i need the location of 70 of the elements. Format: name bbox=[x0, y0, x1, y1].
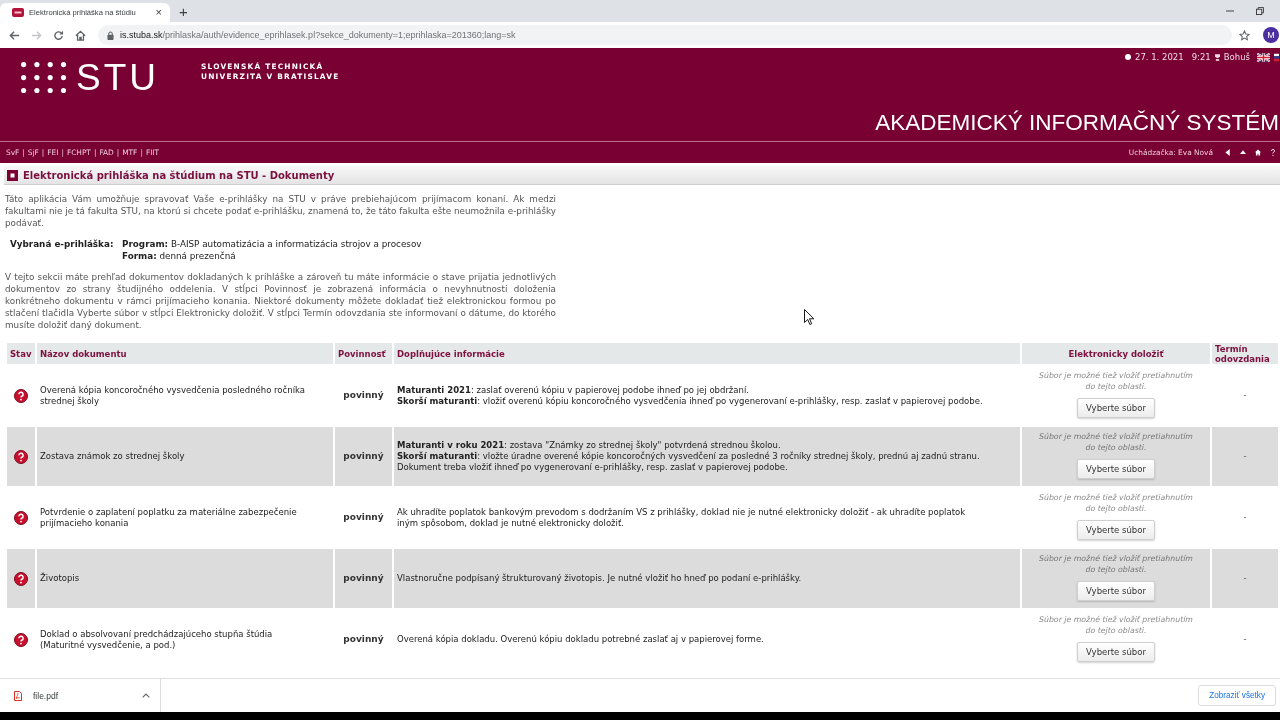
profile-avatar[interactable]: M bbox=[1263, 27, 1279, 43]
lock-icon bbox=[107, 30, 114, 40]
description-text: V tejto sekcii máte prehľad dokumentov dokladaných k prihláške a zároveň tu máte informácie o stave prijatia jednotlivých dokumentov zo strany študijného oddelenia. V stĺpci Povinnosť je zobrazená informácia o nevyhnutnosti doloženia konkrétneho dokumentu v rámci prijímacieho konania. Niektoré dokumenty môžete dokladať tiež elektronickou formou po stlačení tlačidla Vyberte súbor v stĺpci Elektronicky doložiť. V stĺpci Termín odovzdania ste informovaní o dátume, do ktorého musíte doložiť daný dokument. bbox=[5, 271, 556, 331]
obligation-cell-text: povinný bbox=[342, 389, 385, 402]
column-header: Doplňujúce informácie bbox=[394, 343, 1020, 364]
info-text: Maturanti 2021: zaslať overenú kópiu v papierovej podobe ihneď po jej obdržaní. bbox=[397, 384, 750, 396]
column-header: Termín odovzdania bbox=[1212, 343, 1278, 364]
document-name-cell-text: Doklad o absolvovaní predchádzajúceho stupňa štúdia (Maturitné vysvedčenie, a pod.) bbox=[39, 627, 274, 652]
select-file-button[interactable]: Vyberte súbor bbox=[1077, 642, 1155, 662]
up-triangle-icon[interactable] bbox=[1240, 149, 1246, 156]
intro-text: Táto aplikácia Vám umožňuje spravovať Vaše e-prihlášky na STU v práve prebiehajúcom prijímacom konaní. Ak medzi fakultami nie je tá fakulta STU, na ktorú si chcete podať e-prihlášku, znamená to, že táto fakulta ešte neumožnila e-prihlášky podávať. bbox=[5, 193, 556, 229]
column-header: Názov dokumentu bbox=[37, 343, 333, 364]
favicon-icon bbox=[12, 8, 24, 17]
application-detail: Program: B-AISP automatizácia a informatizácia strojov a procesov bbox=[122, 238, 422, 250]
column-header: Povinnosť bbox=[335, 343, 392, 364]
user-icon bbox=[1214, 53, 1220, 61]
reload-icon[interactable] bbox=[53, 29, 64, 41]
logo-dots-icon bbox=[21, 62, 67, 93]
flag-icon[interactable] bbox=[1274, 52, 1279, 62]
document-name-cell: Životopis bbox=[37, 549, 333, 608]
date-text: 27. 1. 2021 bbox=[1135, 52, 1184, 62]
address-field[interactable]: is.stuba.sk/prihlaska/auth/evidence_eprihlasek.pl?sekce_dokumenty=1;eprihlaska=201360;lang=sk bbox=[98, 25, 1232, 45]
deadline-cell: - bbox=[1212, 549, 1278, 608]
back-icon[interactable] bbox=[9, 29, 20, 41]
info-text: Overená kópia dokladu. Overenú kópiu dokladu potrebné zaslať aj v papierovej forme. bbox=[397, 634, 765, 645]
info-text: Maturanti v roku 2021: zostava "Známky zo strednej školy" potvrdená strednou školou. bbox=[397, 440, 782, 451]
info-text: Skorší maturanti: vložte úradne overené kópie koncoročných vysvedčení za posledné 3 ročníky strednej školy, prednú aj zadnú stranu. Dokument treba vložiť ihneď po vygenerovaní e-prihlášky, resp. zaslať v papierovej podobe. bbox=[397, 451, 981, 473]
application-detail: Forma: denná prezenčná bbox=[122, 250, 237, 262]
deadline-cell-text: - bbox=[1242, 389, 1248, 402]
deadline-cell-text: - bbox=[1242, 633, 1248, 646]
show-all-button[interactable]: Zobraziť všetky bbox=[1198, 685, 1276, 706]
time-text: 9:21 bbox=[1191, 52, 1211, 62]
application-label: Vybraná e-prihláška: bbox=[10, 238, 115, 251]
info-text: Skorší maturanti: vložiť overenú kópiu koncoročného vysvedčenia ihneď po vygenerovaní e-prihlášky, resp. zaslať v papierovej podobe. bbox=[397, 395, 984, 407]
document-name-cell: Zostava známok zo strednej školy bbox=[37, 427, 333, 486]
select-file-button[interactable]: Vyberte súbor bbox=[1077, 398, 1155, 418]
obligation-cell-text: povinný bbox=[342, 511, 385, 524]
help-icon[interactable] bbox=[1270, 149, 1276, 156]
document-name-cell-text: Potvrdenie o zaplatení poplatku za materiálne zabezpečenie prijímacieho konania bbox=[39, 505, 298, 530]
url-text: is.stuba.sk/prihlaska/auth/evidence_eprihlasek.pl?sekce_dokumenty=1;eprihlaska=201360;lang=sk bbox=[120, 30, 516, 40]
flag-icon[interactable] bbox=[1257, 52, 1270, 62]
restore-icon[interactable] bbox=[1256, 7, 1264, 15]
new-tab-button[interactable]: + bbox=[176, 3, 191, 19]
obligation-cell: povinný bbox=[335, 549, 392, 608]
user-name-link[interactable]: Bohuš bbox=[1223, 52, 1250, 62]
select-file-button[interactable]: Vyberte súbor bbox=[1077, 581, 1155, 601]
left-triangle-icon[interactable] bbox=[1225, 149, 1231, 156]
column-header: Stav bbox=[7, 343, 35, 364]
tab-close-button[interactable]: × bbox=[153, 7, 164, 18]
system-title: AKADEMICKÝ INFORMAČNÝ SYSTÉM bbox=[875, 111, 1279, 134]
deadline-cell: - bbox=[1212, 427, 1278, 486]
obligation-cell: povinný bbox=[335, 427, 392, 486]
deadline-cell-text: - bbox=[1242, 511, 1248, 524]
select-file-button[interactable]: Vyberte súbor bbox=[1077, 459, 1155, 479]
info-text: Vlastnoručne podpísaný štrukturovaný životopis. Je nutné vložiť ho hneď po podaní e-prihlášky. bbox=[397, 573, 803, 584]
select-file-button[interactable]: Vyberte súbor bbox=[1077, 520, 1155, 540]
document-name-cell-text: Overená kópia koncoročného vysvedčenia posledného ročníka strednej školy bbox=[39, 383, 306, 408]
home-icon[interactable] bbox=[75, 29, 86, 41]
logo-text: STU bbox=[76, 59, 159, 96]
square-icon bbox=[7, 169, 18, 181]
star-icon[interactable] bbox=[1239, 29, 1250, 41]
bullet-icon bbox=[1125, 54, 1131, 60]
page-title: Elektronická prihláška na štúdium na STU - Dokumenty bbox=[23, 169, 335, 181]
info-text: Ak uhradíte poplatok bankovým prevodom s dodržaním VS z prihlášky, doklad nie je nutné elektronicky doložiť - ak uhradíte poplatok iným spôsobom, doklad je nutné elektronicky doložiť. bbox=[397, 506, 967, 529]
obligation-cell-text: povinný bbox=[342, 633, 385, 646]
home-icon[interactable] bbox=[1255, 149, 1261, 156]
pdf-file-icon bbox=[14, 690, 22, 701]
chevron-up-icon bbox=[142, 693, 150, 698]
mouse-pointer-icon bbox=[804, 309, 814, 325]
column-header: Elektronicky doložiť bbox=[1022, 343, 1210, 364]
